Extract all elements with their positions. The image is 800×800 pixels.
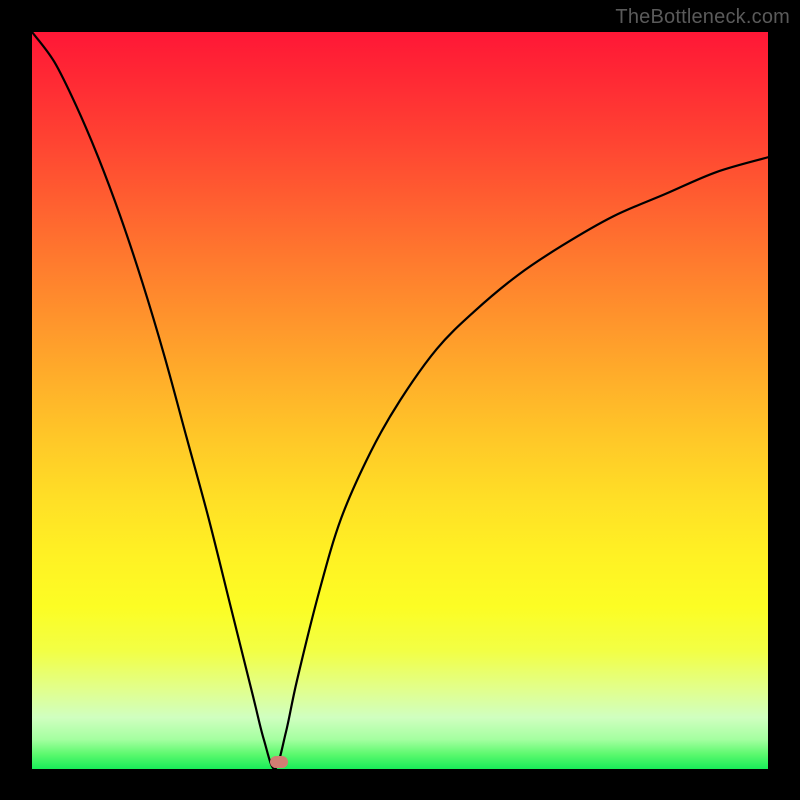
chart-frame: TheBottleneck.com — [0, 0, 800, 800]
plot-area — [32, 32, 768, 769]
watermark-text: TheBottleneck.com — [615, 6, 790, 29]
minimum-marker — [270, 756, 288, 768]
bottleneck-curve — [32, 32, 768, 769]
